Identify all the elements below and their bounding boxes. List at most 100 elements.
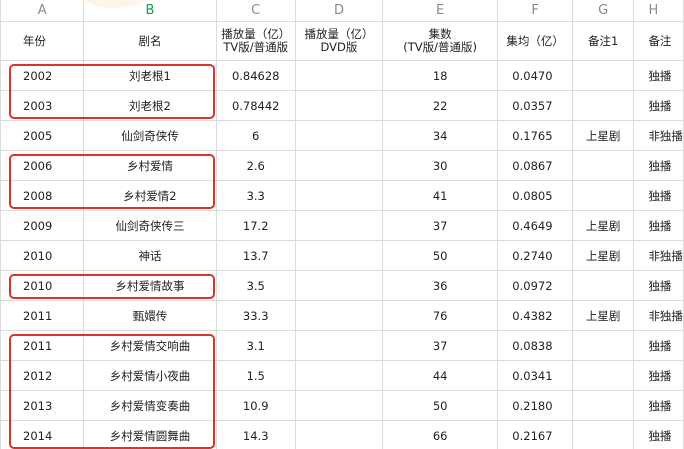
cell-per-episode[interactable]: 0.4649	[497, 210, 573, 241]
cell-note1[interactable]	[571, 180, 635, 211]
column-letter-g[interactable]: G	[571, 0, 635, 22]
cell-plays-tv[interactable]: 0.78442	[215, 90, 296, 121]
cell-note1[interactable]	[571, 420, 635, 449]
cell-episodes[interactable]: 34	[381, 120, 499, 151]
cell-year[interactable]: 2003	[0, 90, 85, 121]
cell-episodes[interactable]: 30	[381, 150, 499, 181]
cell-episodes[interactable]: 37	[381, 330, 499, 361]
cell-plays-dvd[interactable]	[294, 300, 384, 331]
cell-per-episode[interactable]: 0.4382	[497, 300, 573, 331]
cell-per-episode[interactable]: 0.0972	[497, 270, 573, 301]
cell-note1[interactable]: 上星剧	[571, 120, 635, 151]
cell-plays-tv[interactable]: 2.6	[215, 150, 296, 181]
header-note2[interactable]: 备注	[633, 21, 684, 61]
cell-per-episode[interactable]: 0.0838	[497, 330, 573, 361]
cell-plays-tv[interactable]: 0.84628	[215, 60, 296, 91]
cell-plays-tv[interactable]: 14.3	[215, 420, 296, 449]
cell-title[interactable]: 仙剑奇侠传三	[83, 210, 217, 241]
cell-plays-tv[interactable]: 13.7	[215, 240, 296, 271]
cell-year[interactable]: 2010	[0, 270, 85, 301]
cell-episodes[interactable]: 41	[381, 180, 499, 211]
cell-title[interactable]: 刘老根2	[83, 90, 217, 121]
cell-per-episode[interactable]: 0.2740	[497, 240, 573, 271]
cell-per-episode[interactable]: 0.2167	[497, 420, 573, 449]
cell-note2[interactable]: 非独播	[633, 300, 684, 331]
header-episodes[interactable]: 集数 (TV版/普通版)	[381, 21, 499, 61]
cell-note1[interactable]	[571, 330, 635, 361]
cell-note2[interactable]: 独播	[633, 270, 684, 301]
cell-plays-dvd[interactable]	[294, 60, 384, 91]
cell-per-episode[interactable]: 0.2180	[497, 390, 573, 421]
cell-plays-dvd[interactable]	[294, 330, 384, 361]
cell-plays-tv[interactable]: 3.3	[215, 180, 296, 211]
cell-plays-tv[interactable]: 6	[215, 120, 296, 151]
cell-note1[interactable]	[571, 270, 635, 301]
cell-title[interactable]: 乡村爱情	[83, 150, 217, 181]
column-letter-a[interactable]: A	[0, 0, 85, 22]
header-plays-tv[interactable]: 播放量（亿） TV版/普通版	[215, 21, 296, 61]
cell-note2[interactable]: 独播	[633, 390, 684, 421]
cell-note1[interactable]	[571, 60, 635, 91]
cell-note1[interactable]	[571, 360, 635, 391]
cell-plays-dvd[interactable]	[294, 120, 384, 151]
cell-title[interactable]: 刘老根1	[83, 60, 217, 91]
cell-episodes[interactable]: 36	[381, 270, 499, 301]
cell-per-episode[interactable]: 0.0867	[497, 150, 573, 181]
header-note1[interactable]: 备注1	[571, 21, 635, 61]
cell-title[interactable]: 仙剑奇侠传	[83, 120, 217, 151]
cell-plays-dvd[interactable]	[294, 240, 384, 271]
cell-note2[interactable]: 独播	[633, 420, 684, 449]
cell-note2[interactable]: 独播	[633, 90, 684, 121]
column-letter-d[interactable]: D	[294, 0, 384, 22]
cell-episodes[interactable]: 22	[381, 90, 499, 121]
cell-year[interactable]: 2011	[0, 330, 85, 361]
cell-year[interactable]: 2013	[0, 390, 85, 421]
cell-note1[interactable]: 上星剧	[571, 210, 635, 241]
cell-note2[interactable]: 独播	[633, 150, 684, 181]
cell-note2[interactable]: 独播	[633, 330, 684, 361]
cell-note1[interactable]: 上星剧	[571, 300, 635, 331]
cell-note2[interactable]: 非独播	[633, 240, 684, 271]
cell-plays-tv[interactable]: 10.9	[215, 390, 296, 421]
cell-note2[interactable]: 独播	[633, 360, 684, 391]
cell-per-episode[interactable]: 0.1765	[497, 120, 573, 151]
cell-plays-dvd[interactable]	[294, 90, 384, 121]
cell-title[interactable]: 乡村爱情2	[83, 180, 217, 211]
cell-title[interactable]: 乡村爱情小夜曲	[83, 360, 217, 391]
cell-plays-tv[interactable]: 33.3	[215, 300, 296, 331]
cell-plays-tv[interactable]: 17.2	[215, 210, 296, 241]
cell-note2[interactable]: 独播	[633, 180, 684, 211]
cell-plays-dvd[interactable]	[294, 210, 384, 241]
header-plays-dvd[interactable]: 播放量（亿） DVD版	[294, 21, 384, 61]
cell-episodes[interactable]: 37	[381, 210, 499, 241]
cell-per-episode[interactable]: 0.0470	[497, 60, 573, 91]
cell-episodes[interactable]: 50	[381, 240, 499, 271]
cell-plays-dvd[interactable]	[294, 390, 384, 421]
cell-episodes[interactable]: 76	[381, 300, 499, 331]
cell-year[interactable]: 2012	[0, 360, 85, 391]
column-letter-c[interactable]: C	[215, 0, 296, 22]
cell-note2[interactable]: 独播	[633, 60, 684, 91]
cell-title[interactable]: 乡村爱情圆舞曲	[83, 420, 217, 449]
cell-note2[interactable]: 独播	[633, 210, 684, 241]
cell-per-episode[interactable]: 0.0357	[497, 90, 573, 121]
cell-plays-dvd[interactable]	[294, 420, 384, 449]
cell-plays-tv[interactable]: 3.5	[215, 270, 296, 301]
column-letter-f[interactable]: F	[497, 0, 573, 22]
cell-episodes[interactable]: 66	[381, 420, 499, 449]
cell-title[interactable]: 乡村爱情交响曲	[83, 330, 217, 361]
cell-note1[interactable]	[571, 150, 635, 181]
cell-plays-dvd[interactable]	[294, 360, 384, 391]
cell-plays-dvd[interactable]	[294, 180, 384, 211]
cell-year[interactable]: 2006	[0, 150, 85, 181]
cell-episodes[interactable]: 44	[381, 360, 499, 391]
cell-plays-dvd[interactable]	[294, 270, 384, 301]
cell-note1[interactable]	[571, 390, 635, 421]
cell-year[interactable]: 2010	[0, 240, 85, 271]
header-title[interactable]: 剧名	[83, 21, 217, 61]
cell-per-episode[interactable]: 0.0341	[497, 360, 573, 391]
cell-note2[interactable]: 非独播	[633, 120, 684, 151]
cell-title[interactable]: 神话	[83, 240, 217, 271]
cell-year[interactable]: 2011	[0, 300, 85, 331]
cell-note1[interactable]: 上星剧	[571, 240, 635, 271]
